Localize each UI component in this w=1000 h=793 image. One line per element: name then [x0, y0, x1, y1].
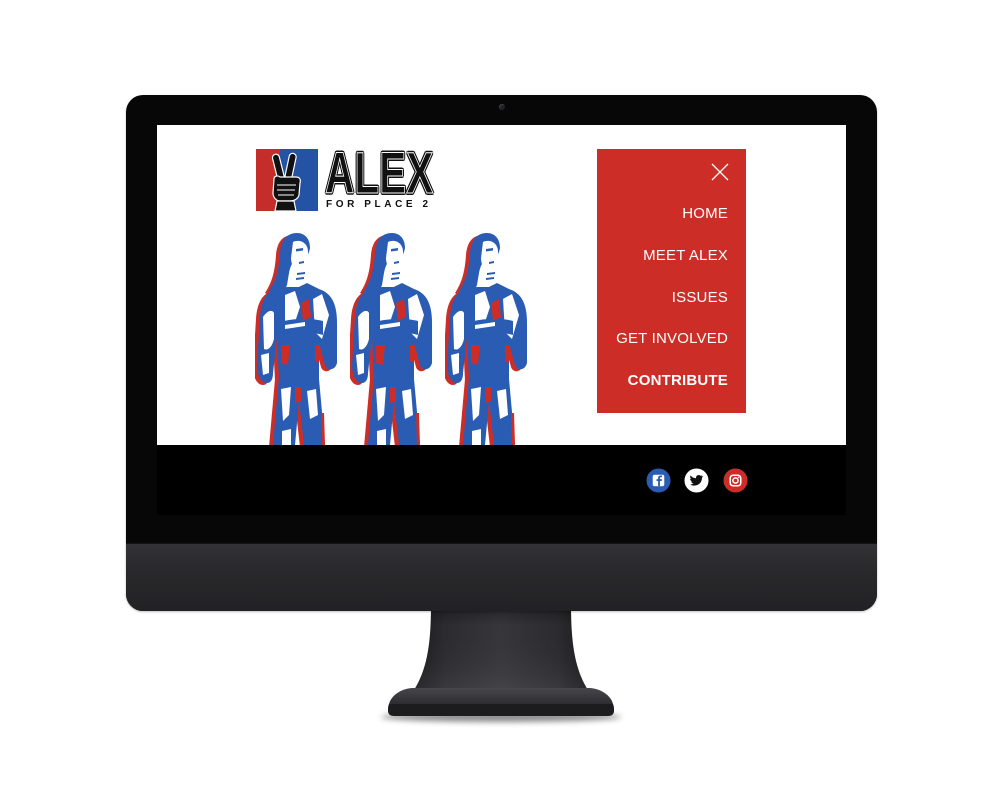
logo-subtitle: FOR PLACE 2	[326, 199, 432, 210]
nav-link-get-involved[interactable]: GET INVOLVED	[616, 330, 728, 348]
monitor-stand	[381, 604, 621, 722]
instagram-link[interactable]	[723, 468, 748, 493]
facebook-link[interactable]	[646, 468, 671, 493]
peace-fist	[272, 175, 301, 202]
facebook-icon	[646, 468, 671, 493]
monitor-frame: ALEX FOR PLACE 2 HOME MEET ALEX ISSUES G…	[126, 95, 877, 611]
twitter-link[interactable]	[684, 468, 709, 493]
close-menu-button[interactable]	[711, 163, 729, 181]
instagram-icon	[723, 468, 748, 493]
close-icon	[711, 163, 729, 181]
camera-dot	[499, 104, 505, 110]
nav-link-meet-alex[interactable]: MEET ALEX	[643, 247, 728, 265]
stand-neck-shading	[414, 604, 588, 690]
nav-link-issues[interactable]: ISSUES	[672, 289, 728, 307]
website-screen: ALEX FOR PLACE 2 HOME MEET ALEX ISSUES G…	[157, 125, 846, 515]
logo-title: ALEX	[325, 141, 434, 206]
peace-hand-icon	[256, 149, 318, 211]
nav-link-contribute[interactable]: CONTRIBUTE	[628, 372, 728, 390]
nav-menu-panel: HOME MEET ALEX ISSUES GET INVOLVED CONTR…	[597, 149, 746, 413]
twitter-icon	[684, 468, 709, 493]
instagram-icon-bg	[723, 468, 748, 493]
peace-sleeve	[274, 200, 297, 211]
hero-figure-3	[445, 233, 531, 445]
monitor-chin	[126, 543, 877, 611]
hero-figure-1	[255, 233, 341, 445]
site-footer	[157, 445, 846, 515]
instagram-camera-flash	[738, 476, 740, 478]
site-logo-link[interactable]: ALEX FOR PLACE 2	[256, 144, 436, 211]
nav-link-home[interactable]: HOME	[682, 205, 728, 223]
stand-base-front	[388, 704, 614, 716]
stand-base-top	[389, 688, 613, 704]
hero-illustrations	[255, 233, 531, 445]
hero-figure-2	[350, 233, 436, 445]
